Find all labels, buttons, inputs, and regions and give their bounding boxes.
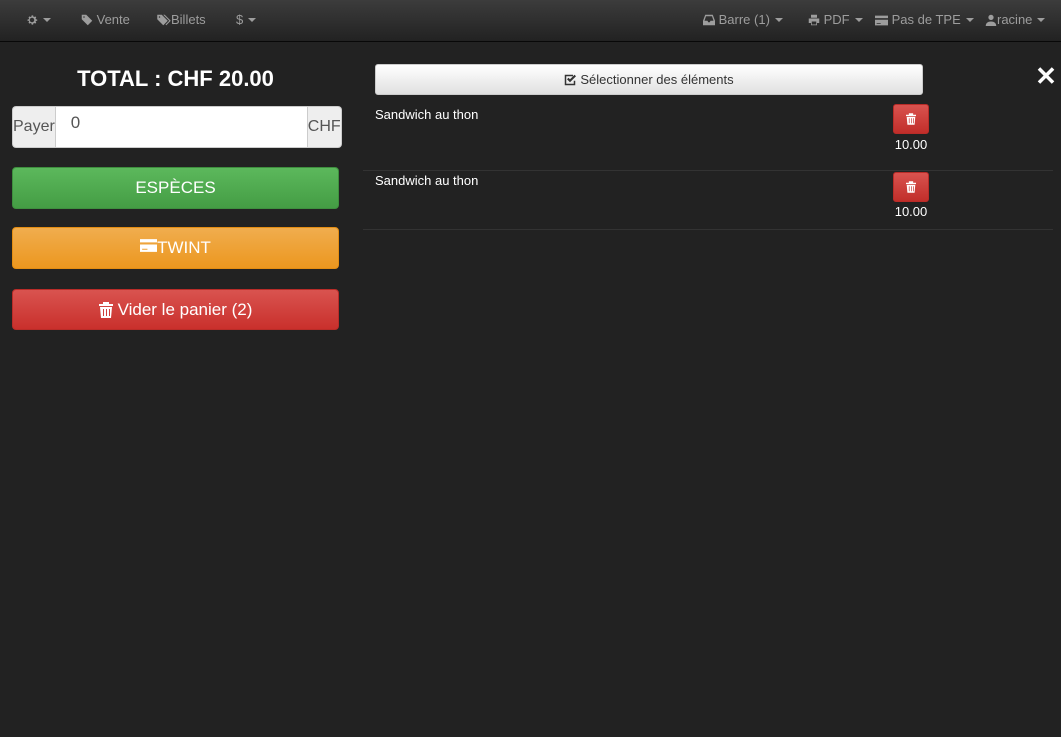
nav-billets[interactable]: Billets — [157, 0, 206, 40]
pdf-menu[interactable]: PDF — [808, 0, 863, 40]
user-label: racine — [997, 12, 1033, 27]
delete-item-button[interactable] — [893, 172, 929, 202]
tpe-label: Pas de TPE — [891, 12, 961, 27]
cash-button-label: ESPÈCES — [135, 178, 216, 197]
user-icon — [985, 14, 997, 26]
checkbox-icon — [565, 74, 577, 85]
chevron-down-icon — [854, 18, 863, 22]
close-icon[interactable]: ✕ — [1034, 62, 1058, 90]
pay-addon: Payer — [12, 106, 55, 148]
pdf-label: PDF — [823, 12, 850, 27]
settings-menu[interactable] — [26, 0, 51, 40]
cog-icon — [27, 15, 38, 25]
chevron-down-icon — [965, 18, 974, 22]
chevron-down-icon — [43, 18, 51, 22]
trash-icon — [98, 301, 113, 318]
cart-item-row: Sandwich au thon 10.00 — [363, 104, 1053, 171]
inbox-icon — [703, 14, 715, 26]
twint-button[interactable]: TWINT — [12, 227, 339, 269]
cart-item-row: Sandwich au thon 10.00 — [363, 172, 1053, 230]
trash-icon — [906, 113, 916, 125]
twint-button-label: TWINT — [157, 238, 211, 257]
tpe-menu[interactable]: Pas de TPE — [875, 0, 974, 40]
chevron-down-icon — [248, 18, 257, 22]
select-items-label: Sélectionner des éléments — [580, 72, 734, 87]
cash-button[interactable]: ESPÈCES — [12, 167, 339, 209]
print-icon — [808, 14, 820, 26]
dollar-icon: $ — [236, 12, 244, 27]
pay-amount-input[interactable] — [54, 106, 308, 148]
barre-label: Barre (1) — [718, 12, 770, 27]
credit-card-icon — [875, 15, 888, 26]
currency-addon: CHF — [307, 106, 342, 148]
select-items-button[interactable]: Sélectionner des éléments — [375, 64, 923, 95]
cart-item-name: Sandwich au thon — [375, 107, 479, 122]
delete-item-button[interactable] — [893, 104, 929, 134]
clear-cart-label: Vider le panier (2) — [117, 299, 253, 319]
nav-billets-label: Billets — [171, 12, 206, 27]
barre-menu[interactable]: Barre (1) — [703, 0, 783, 40]
nav-vente-label: Vente — [96, 12, 130, 27]
chevron-down-icon — [1037, 18, 1046, 22]
total-amount: TOTAL : CHF 20.00 — [77, 66, 274, 91]
trash-icon — [906, 181, 916, 193]
user-menu[interactable]: racine — [985, 0, 1046, 40]
chevron-down-icon — [774, 18, 783, 22]
payment-input-group: Payer CHF — [12, 106, 342, 148]
cart-item-name: Sandwich au thon — [375, 173, 479, 188]
currency-menu[interactable]: $ — [236, 0, 257, 40]
top-navbar: Vente Billets $ Barre (1) PDF Pas de TPE… — [0, 0, 1061, 42]
cart-item-price: 10.00 — [894, 137, 928, 152]
tags-icon — [157, 14, 171, 26]
cart-item-price: 10.00 — [894, 204, 928, 219]
credit-card-icon — [140, 238, 158, 252]
clear-cart-button[interactable]: Vider le panier (2) — [12, 289, 339, 330]
nav-vente[interactable]: Vente — [81, 0, 130, 40]
tag-icon — [81, 14, 93, 26]
